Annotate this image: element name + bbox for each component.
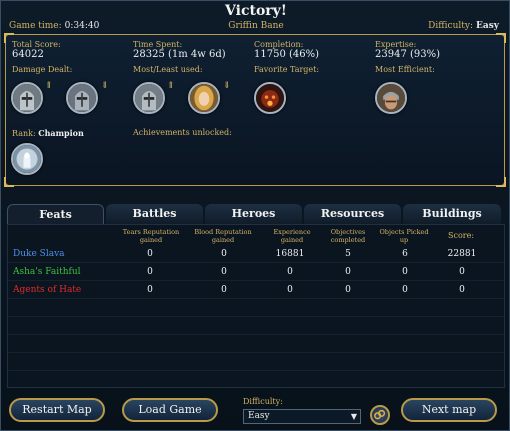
player-name: Asha's Faithful: [13, 267, 81, 277]
completion-value: 11750 (46%): [254, 49, 320, 60]
time-spent-value: 28325 (1m 4w 6d): [133, 49, 226, 60]
priestess-portrait-icon[interactable]: [188, 82, 220, 114]
tab-heroes[interactable]: Heroes: [205, 204, 302, 224]
arrow-up-icon: ⇑: [45, 81, 53, 91]
difficulty-select-value: Easy: [248, 411, 270, 421]
column-header: Objects Picked up: [379, 228, 429, 244]
total-score-label: Total Score:: [12, 40, 61, 49]
arrow-down-icon: ⇓: [223, 81, 231, 91]
empty-row: [8, 354, 504, 371]
warrior-portrait-icon[interactable]: [375, 82, 407, 114]
table-cell: 5: [345, 249, 351, 259]
load-game-button[interactable]: Load Game: [122, 398, 218, 422]
feats-table: Tears Reputation gained Blood Reputation…: [7, 224, 505, 388]
table-cell: 0: [459, 267, 465, 277]
table-cell: 0: [221, 267, 227, 277]
link-icon[interactable]: [370, 405, 390, 425]
column-header: Experience gained: [273, 228, 311, 244]
champion-rank-icon[interactable]: [11, 143, 43, 175]
player-name: Duke Slava: [13, 249, 65, 259]
column-header: Score:: [447, 231, 475, 240]
knight-portrait-icon[interactable]: [66, 82, 98, 114]
table-cell: 6: [402, 249, 408, 259]
rank-label-text: Rank:: [12, 129, 36, 138]
total-score-value: 64022: [12, 49, 44, 60]
table-cell: 16881: [275, 249, 305, 259]
most-least-used-label: Most/Least used:: [133, 65, 203, 74]
summary-panel: Total Score: 64022 Time Spent: 28325 (1m…: [4, 33, 506, 187]
column-header: Tears Reputation gained: [122, 228, 180, 244]
stats-tabs: Feats Battles Heroes Resources Buildings: [7, 204, 505, 224]
difficulty-value: Easy: [476, 21, 499, 31]
table-cell: 0: [345, 285, 351, 295]
knight-portrait-icon[interactable]: [133, 82, 165, 114]
table-cell: 0: [402, 267, 408, 277]
expertise-label: Expertise:: [375, 40, 417, 49]
table-row: Agents of Hate 0 0 0 0 0 0: [8, 282, 504, 299]
difficulty-label: Difficulty:: [428, 21, 473, 31]
empty-row: [8, 336, 504, 353]
chevron-down-icon: ▼: [350, 412, 357, 421]
achievements-label: Achievements unlocked:: [133, 128, 232, 137]
arrow-down-icon: ⇓: [101, 81, 109, 91]
most-efficient-label: Most Efficient:: [375, 65, 435, 74]
column-header: Blood Reputation gained: [194, 228, 252, 244]
completion-label: Completion:: [254, 40, 304, 49]
table-cell: 0: [147, 285, 153, 295]
table-cell: 0: [287, 285, 293, 295]
difficulty-select[interactable]: Easy ▼: [243, 409, 361, 424]
rank-label: Rank: Champion: [12, 128, 84, 138]
rank-value: Champion: [38, 128, 84, 138]
tab-feats[interactable]: Feats: [7, 204, 104, 224]
victory-window: Victory! Game time: 0:34:40 Griffin Bane …: [0, 0, 510, 431]
table-cell: 0: [221, 285, 227, 295]
tab-resources[interactable]: Resources: [304, 204, 401, 224]
expertise-value: 23947 (93%): [375, 49, 441, 60]
damage-dealt-label: Damage Dealt:: [12, 65, 73, 74]
empty-row: [8, 318, 504, 335]
favorite-target-label: Favorite Target:: [254, 65, 320, 74]
difficulty-indicator: Difficulty: Easy: [428, 21, 499, 31]
table-cell: 0: [147, 249, 153, 259]
player-name: Agents of Hate: [13, 285, 82, 295]
knight-portrait-icon[interactable]: [11, 82, 43, 114]
restart-map-button[interactable]: Restart Map: [9, 398, 105, 422]
table-cell: 22881: [447, 249, 477, 259]
empty-row: [8, 300, 504, 317]
column-header: Objectives completed: [330, 228, 366, 244]
table-cell: 0: [402, 285, 408, 295]
next-map-button[interactable]: Next map: [401, 398, 497, 422]
table-row: Asha's Faithful 0 0 0 0 0 0: [8, 264, 504, 281]
arrow-up-icon: ⇑: [167, 81, 175, 91]
table-cell: 0: [287, 267, 293, 277]
table-cell: 0: [345, 267, 351, 277]
window-title: Victory!: [225, 3, 287, 19]
difficulty-select-label: Difficulty:: [243, 397, 283, 406]
time-spent-label: Time Spent:: [133, 40, 183, 49]
demon-portrait-icon[interactable]: [254, 82, 286, 114]
tab-battles[interactable]: Battles: [106, 204, 203, 224]
table-row: Duke Slava 0 0 16881 5 6 22881: [8, 246, 504, 263]
table-cell: 0: [147, 267, 153, 277]
table-cell: 0: [221, 249, 227, 259]
tab-buildings[interactable]: Buildings: [403, 204, 501, 224]
table-cell: 0: [459, 285, 465, 295]
